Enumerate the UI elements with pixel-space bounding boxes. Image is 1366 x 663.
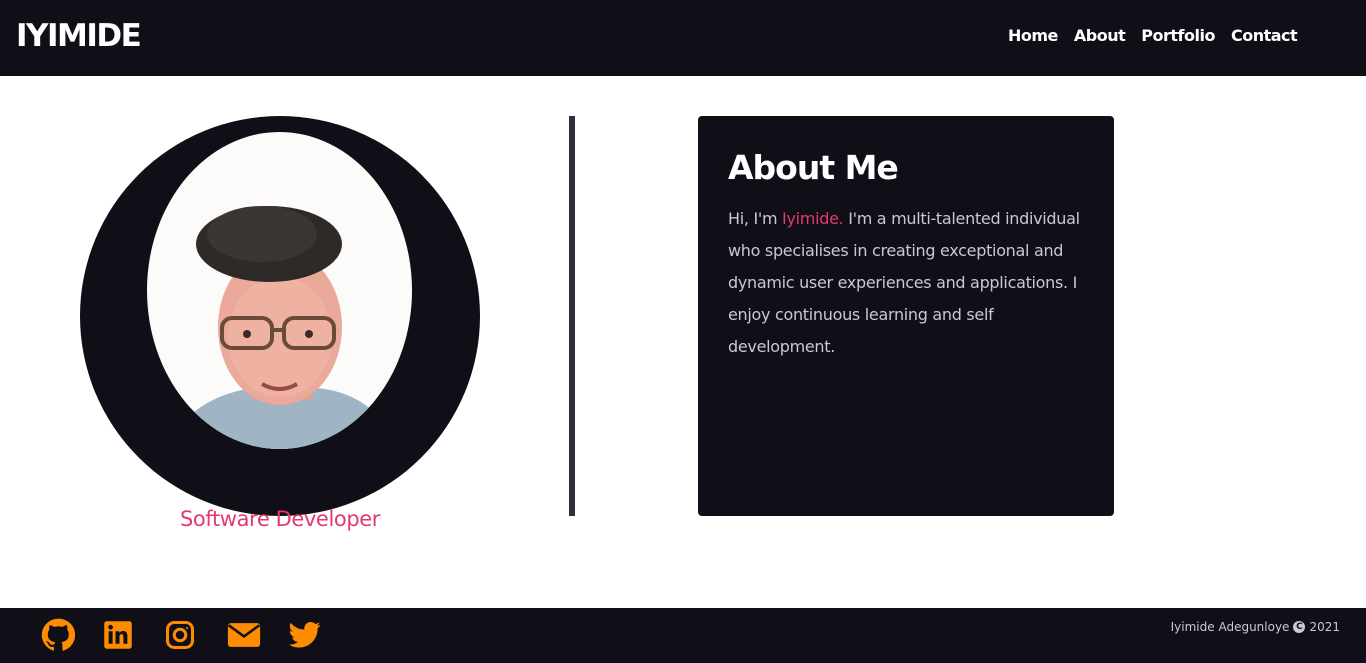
nav-portfolio-link[interactable]: Portfolio [1141, 26, 1215, 45]
main-nav: Home About Portfolio Contact [1008, 26, 1298, 45]
role-title: Software Developer [179, 507, 381, 531]
about-body: I'm a multi-talented individual who spec… [728, 209, 1080, 356]
about-title: About Me [728, 148, 899, 187]
copyright: Iyimide Adegunloye C 2021 [1171, 620, 1340, 634]
copyright-icon: C [1293, 621, 1306, 633]
about-card: About Me Hi, I'm Iyimide. I'm a multi-ta… [698, 116, 1114, 516]
vertical-divider [569, 116, 575, 516]
copyright-name: Iyimide Adegunloye [1170, 620, 1290, 634]
nav-contact-link[interactable]: Contact [1231, 26, 1298, 45]
site-footer: Iyimide Adegunloye C 2021 [0, 608, 1366, 663]
profile-photo [147, 132, 412, 449]
nav-about-link[interactable]: About [1074, 26, 1126, 45]
instagram-icon[interactable] [165, 619, 227, 651]
nav-home-link[interactable]: Home [1008, 26, 1058, 45]
twitter-icon[interactable] [289, 619, 351, 651]
about-intro: Hi, I'm [728, 209, 783, 228]
copyright-year: 2021 [1309, 620, 1340, 634]
site-header: IYIMIDE Home About Portfolio Contact [0, 0, 1366, 76]
brand-logo[interactable]: IYIMIDE [16, 18, 142, 54]
about-text: Hi, I'm Iyimide. I'm a multi-talented in… [728, 203, 1084, 363]
linkedin-icon[interactable] [103, 619, 165, 651]
profile-portrait-illustration [167, 206, 397, 449]
github-icon[interactable] [41, 618, 103, 651]
social-links [41, 618, 351, 651]
about-name-highlight: Iyimide. [782, 209, 844, 228]
mail-icon[interactable] [227, 619, 289, 651]
